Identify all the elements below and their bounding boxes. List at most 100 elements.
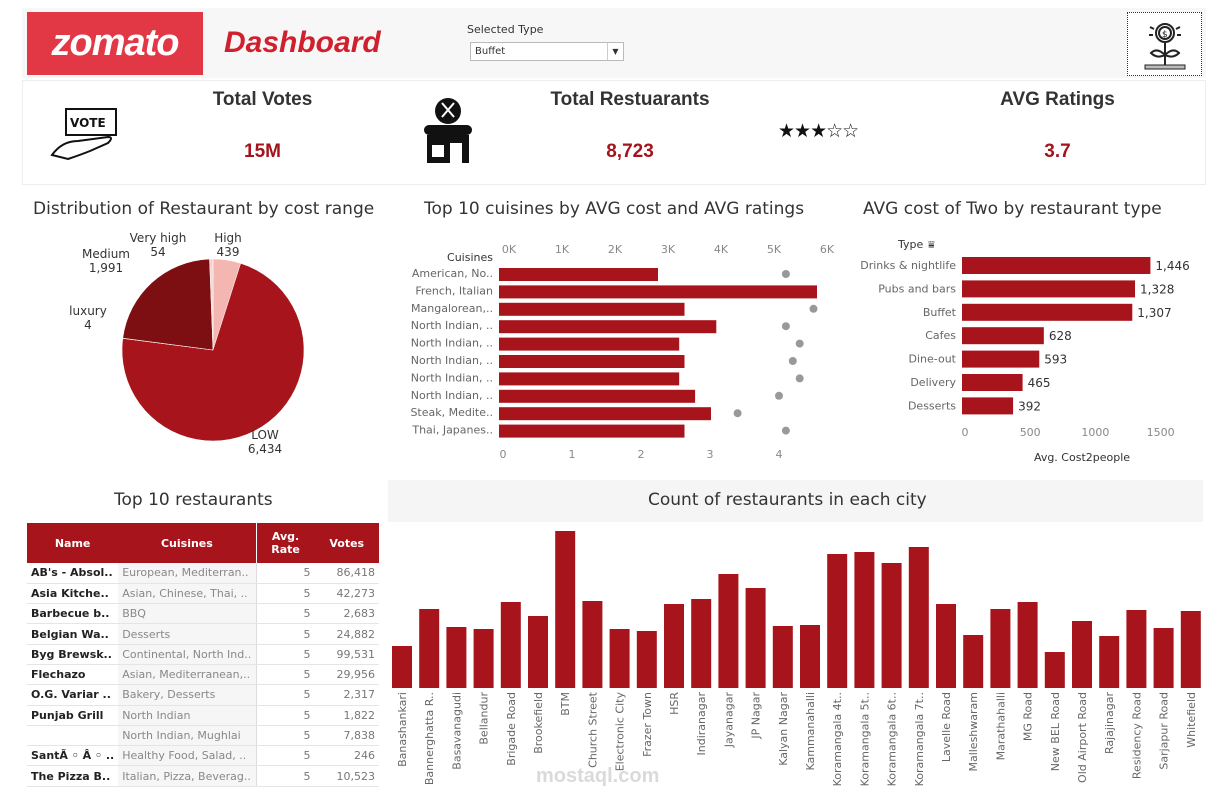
city-label: Koramangala 4t..	[831, 692, 844, 786]
vote-hand-icon: VOTE	[48, 105, 120, 165]
rate-cell: 5	[255, 644, 315, 665]
type-label: Drinks & nightlife	[860, 259, 956, 272]
x-axis-tick: 1500	[1147, 426, 1175, 439]
city-label: Indiranagar	[695, 692, 708, 756]
city-label: Bannerghatta R..	[423, 692, 436, 785]
table-row[interactable]: Punjab Grill North Indian 5 1,822	[27, 705, 379, 726]
votes-cell: 10,523	[314, 765, 379, 787]
city-label: Church Street	[586, 691, 599, 768]
cuisines-cell: Italian, Pizza, Beverag..	[118, 765, 257, 787]
table-row[interactable]: North Indian, Mughlai 5 7,838	[27, 725, 379, 747]
city-label: HSR	[668, 692, 681, 715]
table-row[interactable]: O.G. Variar .. Bakery, Desserts 5 2,317	[27, 684, 379, 706]
city-bar	[528, 616, 548, 688]
cuisines-cell: North Indian, Mughlai	[118, 725, 257, 747]
avg-ratings-label: AVG Ratings	[1000, 89, 1115, 110]
cuisines-cell: Continental, North Ind..	[118, 644, 257, 665]
city-label: Old Airport Road	[1076, 692, 1089, 783]
cost-bar	[499, 355, 685, 368]
rating-dot	[733, 409, 742, 418]
cuisines-cell: European, Mediterran..	[118, 563, 257, 584]
top-axis-tick: 3K	[661, 243, 676, 256]
x-axis-title: Avg. Cost2people	[1034, 451, 1130, 464]
city-label: MG Road	[1022, 692, 1035, 741]
rate-cell: 5	[255, 765, 315, 787]
top-axis-tick: 2K	[608, 243, 623, 256]
table-row[interactable]: Asia Kitche.. Asian, Chinese, Thai, .. 5 42…	[27, 583, 379, 605]
type-bar	[962, 397, 1014, 415]
votes-cell: 24,882	[314, 623, 379, 645]
svg-text:$: $	[1162, 30, 1168, 40]
rate-cell: 5	[255, 603, 315, 625]
table-row[interactable]: SantÃ ◦ Â ◦ .. Healthy Food, Salad, .. 5 24…	[27, 745, 379, 767]
rate-cell: 5	[255, 664, 315, 686]
axis-title: Cuisines	[447, 251, 493, 264]
cost-bar	[499, 320, 717, 334]
col-votes[interactable]: Votes	[314, 523, 379, 563]
city-bar	[1126, 610, 1147, 688]
x-axis-tick: 500	[1020, 426, 1041, 439]
table-row[interactable]: Belgian Wa.. Desserts 5 24,882	[27, 623, 379, 645]
watermark: mostaql.com	[536, 765, 660, 787]
rate-cell: 5	[255, 705, 315, 726]
col-name[interactable]: Name	[27, 523, 119, 563]
type-bar	[962, 327, 1044, 345]
table-row[interactable]: AB's - Absol.. European, Mediterran.. 5 86,…	[27, 563, 379, 584]
city-label: Bellandur	[478, 692, 491, 745]
city-label: Brigade Road	[505, 692, 518, 766]
table-row[interactable]: The Pizza B.. Italian, Pizza, Beverag.. 5 1…	[27, 765, 379, 787]
rate-cell: 5	[255, 684, 315, 706]
city-label: Marathahalli	[994, 692, 1007, 760]
top-axis-tick: 0K	[502, 243, 517, 256]
cost-bar	[499, 407, 711, 421]
table-row[interactable]: Barbecue b.. BBQ 5 2,683	[27, 603, 379, 625]
city-label: Electronic City	[614, 692, 627, 772]
pie-label: Medium	[82, 247, 130, 261]
cuisines-bar-chart: Cuisines 0K 1K 2K 3K 4K 5K 6K 0 1 2 3 4 American, No.…	[410, 243, 835, 461]
rating-dot	[775, 391, 783, 400]
type-filter-select[interactable]: Buffet ▼	[470, 42, 624, 61]
col-avg-rate[interactable]: Avg. Rate	[255, 523, 315, 563]
city-bar	[473, 629, 494, 688]
avg-ratings-value: 3.7	[1044, 141, 1071, 162]
bottom-axis-tick: 1	[569, 448, 576, 461]
cost-bar	[499, 389, 696, 403]
rate-cell: 5	[255, 745, 315, 767]
cuisines-chart-title: Top 10 cuisines by AVG cost and AVG rati…	[424, 199, 805, 219]
rate-cell: 5	[255, 563, 315, 584]
top-axis-tick: 6K	[820, 243, 835, 256]
cuisine-label: American, No..	[412, 267, 493, 280]
city-bar	[582, 601, 603, 688]
cuisine-label: North Indian, ..	[411, 337, 493, 350]
table-row[interactable]: Byg Brewsk.. Continental, North Ind.. 5 99,…	[27, 644, 379, 665]
city-label: BTM	[559, 692, 572, 716]
city-bar	[419, 609, 440, 688]
city-label: Kammanahalli	[804, 692, 817, 771]
city-bar	[392, 646, 412, 688]
cuisine-label: North Indian, ..	[411, 319, 493, 332]
rating-dot	[788, 357, 797, 365]
x-axis-tick: 1000	[1081, 426, 1109, 439]
city-label: Koramangala 5t..	[858, 692, 871, 786]
type-label: Cafes	[925, 329, 956, 342]
table-row[interactable]: Flechazo Asian, Mediterranean,.. 5 29,956	[27, 664, 379, 686]
pie-label: Very high	[130, 231, 187, 245]
city-label: Malleshwaram	[967, 692, 980, 772]
type-label: Dine-out	[909, 353, 957, 366]
city-label: Lavelle Road	[940, 692, 953, 762]
type-bar-chart: Type ⩸ Drinks & nightlife 1,446 Pubs and bar…	[860, 238, 1190, 464]
votes-cell: 86,418	[314, 563, 379, 584]
bottom-axis-tick: 3	[707, 448, 714, 461]
city-bar-chart: Banashankari Bannerghatta R.. Basavanagudi…	[392, 531, 1201, 786]
chevron-down-icon[interactable]: ▼	[607, 43, 623, 60]
zomato-logo: zomato	[27, 12, 203, 75]
city-label: Frazer Town	[641, 692, 654, 757]
col-cuisines[interactable]: Cuisines	[118, 523, 257, 563]
cuisines-cell: Bakery, Desserts	[118, 684, 257, 706]
votes-cell: 2,317	[314, 684, 379, 706]
city-bar	[772, 626, 793, 688]
cuisines-cell: Asian, Chinese, Thai, ..	[118, 583, 257, 605]
cuisines-cell: Asian, Mediterranean,..	[118, 664, 257, 686]
city-label: New BEL Road	[1049, 692, 1062, 771]
rating-dot	[781, 426, 790, 435]
